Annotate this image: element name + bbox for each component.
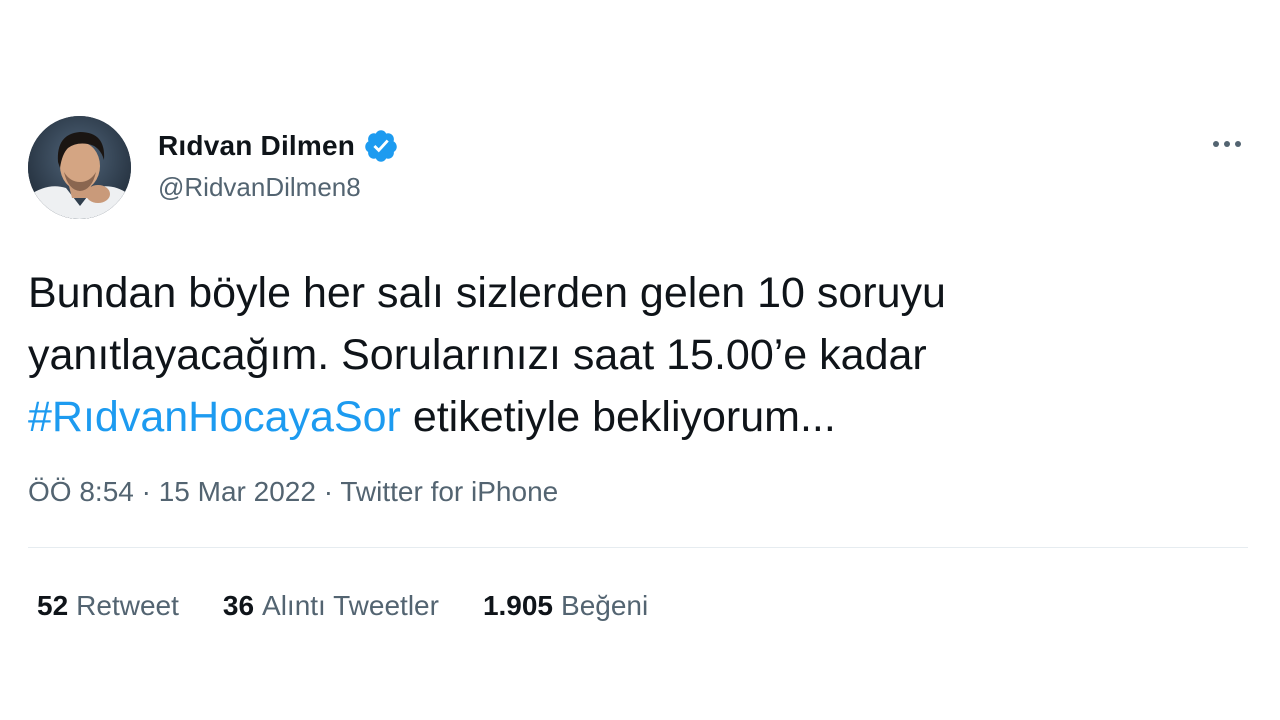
quote-tweets-stat[interactable]: 36 Alıntı Tweetler	[223, 590, 439, 622]
tweet-meta: ÖÖ 8:54 · 15 Mar 2022 · Twitter for iPho…	[28, 476, 558, 508]
tweet-time[interactable]: ÖÖ 8:54	[28, 476, 134, 507]
likes-stat[interactable]: 1.905 Beğeni	[483, 590, 648, 622]
tweet-text-line-1: Bundan böyle her salı sizlerden gelen 10…	[28, 269, 946, 317]
author-display-name[interactable]: Rıdvan Dilmen	[158, 130, 355, 162]
tweet-text-line-3-rest: etiketiyle bekliyorum...	[400, 393, 836, 441]
profile-photo-icon	[28, 116, 131, 219]
author-avatar[interactable]	[28, 116, 131, 219]
hashtag-link[interactable]: #RıdvanHocayaSor	[28, 393, 401, 441]
retweet-stat[interactable]: 52 Retweet	[37, 590, 179, 622]
tweet-card: Rıdvan Dilmen @RidvanDilmen8 Bundan böyl…	[0, 0, 1280, 720]
tweet-text: Bundan böyle her salı sizlerden gelen 10…	[28, 262, 1228, 448]
divider	[28, 547, 1248, 548]
likes-label: Beğeni	[561, 590, 649, 621]
author-handle[interactable]: @RidvanDilmen8	[158, 172, 361, 203]
likes-count: 1.905	[482, 590, 554, 621]
tweet-date[interactable]: 15 Mar 2022	[159, 476, 316, 507]
quote-tweets-count: 36	[222, 590, 255, 621]
meta-separator: ·	[315, 476, 341, 507]
more-options-ellipsis-icon[interactable]	[1208, 132, 1248, 156]
retweet-label: Retweet	[76, 590, 179, 621]
tweet-source[interactable]: Twitter for iPhone	[340, 476, 558, 507]
tweet-stats: 52 Retweet 36 Alıntı Tweetler 1.905 Beğeni	[37, 590, 648, 622]
verified-badge-icon	[363, 128, 399, 164]
meta-separator: ·	[133, 476, 159, 507]
quote-tweets-label: Alıntı Tweetler	[262, 590, 439, 621]
tweet-text-line-3: #RıdvanHocayaSor etiketiyle bekliyorum..…	[28, 386, 1228, 448]
author-name-row: Rıdvan Dilmen	[158, 128, 399, 164]
tweet-text-line-2: yanıtlayacağım. Sorularınızı saat 15.00’…	[28, 331, 927, 379]
retweet-count: 52	[37, 590, 69, 621]
